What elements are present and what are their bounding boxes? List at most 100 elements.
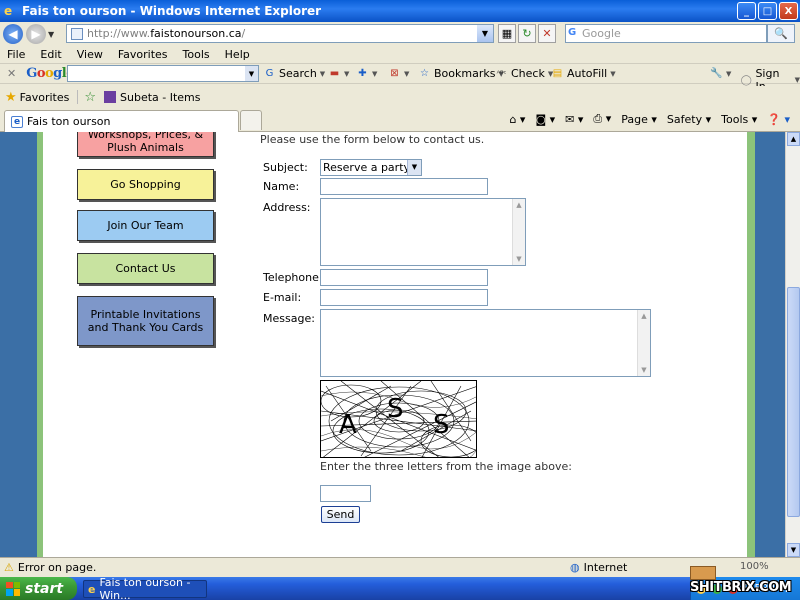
search-go-button[interactable]: 🔍 xyxy=(767,24,795,43)
menu-bar: File Edit View Favorites Tools Help xyxy=(0,46,800,64)
chevron-down-icon: ▼ xyxy=(404,69,410,78)
ie-page-icon: e xyxy=(11,115,23,128)
message-scrollbar[interactable]: ▲ ▼ xyxy=(637,310,650,376)
favorite-link-subeta[interactable]: Subeta - Items xyxy=(120,91,201,104)
address-dropdown-icon[interactable]: ▼ xyxy=(477,25,493,42)
address-url[interactable]: http://www.faistonourson.ca/ xyxy=(87,27,245,40)
safety-menu[interactable]: Safety ▾ xyxy=(667,113,711,126)
chevron-down-icon: ▼ xyxy=(407,160,421,175)
scroll-up-icon[interactable]: ▲ xyxy=(638,310,650,322)
menu-edit[interactable]: Edit xyxy=(40,48,61,61)
google-search-dropdown-icon[interactable]: ▼ xyxy=(245,66,258,81)
status-message[interactable]: Error on page. xyxy=(18,561,96,574)
captcha-letter: S xyxy=(387,394,404,424)
menu-view[interactable]: View xyxy=(77,48,103,61)
nav-go-shopping[interactable]: Go Shopping xyxy=(77,169,214,200)
history-dropdown-icon[interactable]: ▼ xyxy=(48,30,54,39)
page-scrollbar[interactable]: ▲ ▼ xyxy=(785,132,800,557)
favorites-star-icon: ★ xyxy=(5,89,17,105)
help-icon[interactable]: ❓ ▾ xyxy=(767,113,790,126)
subeta-icon xyxy=(104,91,117,103)
captcha-input[interactable] xyxy=(320,485,371,502)
name-label: Name: xyxy=(263,180,300,193)
start-button[interactable]: start xyxy=(0,577,77,600)
maximize-button[interactable]: □ xyxy=(758,2,777,20)
bookmarks-button[interactable]: ☆ Bookmarks ▼ xyxy=(418,67,504,80)
scrollbar-thumb[interactable] xyxy=(787,287,800,517)
nav-workshops-prices[interactable]: Workshops, Prices, & Plush Animals xyxy=(77,132,214,157)
page-menu[interactable]: Page ▾ xyxy=(621,113,657,126)
security-zone[interactable]: ◍ Internet xyxy=(570,561,627,574)
autofill-button[interactable]: ▤ AutoFill ▼ xyxy=(551,67,616,80)
google-toolbar: ✕ Google ▼ G Search ▼ ▬ ▼ ✚ ▼ ⊠ ▼ ☆ Book… xyxy=(0,64,800,93)
name-input[interactable] xyxy=(320,178,488,195)
address-label: Address: xyxy=(263,201,311,214)
plus-icon: ✚ xyxy=(358,68,367,79)
address-bar[interactable]: http://www.faistonourson.ca/ ▼ xyxy=(66,24,494,43)
taskbar-window-item[interactable]: e Fais ton ourson - Win... xyxy=(83,576,207,600)
menu-help[interactable]: Help xyxy=(225,48,250,61)
scroll-down-icon[interactable]: ▼ xyxy=(638,364,650,376)
back-button[interactable]: ◀ xyxy=(3,24,23,44)
email-label: E-mail: xyxy=(263,291,302,304)
chevron-down-icon: ▼ xyxy=(726,69,732,78)
menu-file[interactable]: File xyxy=(7,48,25,61)
menu-favorites[interactable]: Favorites xyxy=(118,48,168,61)
scroll-up-icon[interactable]: ▲ xyxy=(787,132,800,146)
home-icon[interactable]: ⌂ ▾ xyxy=(509,113,525,126)
tools-menu[interactable]: Tools ▾ xyxy=(721,113,757,126)
pagerank-button[interactable]: ▬ ▼ xyxy=(328,67,350,80)
subject-select[interactable]: Reserve a party ▼ xyxy=(320,159,422,176)
close-button[interactable]: X xyxy=(779,2,798,20)
stop-icon[interactable]: ✕ xyxy=(538,24,556,43)
feeds-icon[interactable]: ◙ ▾ xyxy=(535,113,555,126)
add-favorite-icon[interactable]: ☆ xyxy=(84,90,96,105)
search-input[interactable]: G Google xyxy=(565,24,767,43)
favorites-button[interactable]: Favorites xyxy=(20,91,70,104)
scroll-up-icon[interactable]: ▲ xyxy=(513,199,525,211)
print-icon[interactable]: ⎙ ▾ xyxy=(593,112,611,126)
chevron-down-icon: ▼ xyxy=(319,69,326,78)
telephone-input[interactable] xyxy=(320,269,488,286)
user-icon: ◯ xyxy=(740,74,752,86)
new-tab-button[interactable] xyxy=(240,110,262,130)
nav-printable-invitations[interactable]: Printable Invitations and Thank You Card… xyxy=(77,296,214,346)
favorites-bar: ★ Favorites ☆ Subeta - Items xyxy=(0,86,800,108)
spellcheck-button[interactable]: ᴬᴮᶜ Check ▼ xyxy=(495,67,554,80)
address-scrollbar[interactable]: ▲ ▼ xyxy=(512,199,525,265)
chevron-down-icon: ▼ xyxy=(610,69,616,78)
forward-button[interactable]: ▶ xyxy=(26,24,46,44)
menu-tools[interactable]: Tools xyxy=(183,48,210,61)
add-button[interactable]: ✚ ▼ xyxy=(356,67,377,80)
warning-icon[interactable]: ⚠ xyxy=(4,561,14,574)
google-search-button[interactable]: G Search ▼ xyxy=(263,67,326,80)
email-input[interactable] xyxy=(320,289,488,306)
close-toolbar-icon[interactable]: ✕ xyxy=(7,67,16,80)
google-search-icon: G xyxy=(568,27,577,38)
refresh-icon[interactable]: ↻ xyxy=(518,24,536,43)
tab-fais-ton-ourson[interactable]: e Fais ton ourson xyxy=(4,110,239,132)
send-button[interactable]: Send xyxy=(321,506,360,523)
message-textarea[interactable]: ▲ ▼ xyxy=(320,309,651,377)
google-search-input[interactable]: ▼ xyxy=(67,65,259,82)
popup-blocker-icon: ⊠ xyxy=(390,68,399,79)
minimize-button[interactable]: _ xyxy=(737,2,756,20)
compatibility-icon[interactable]: ▦ xyxy=(498,24,516,43)
captcha-hint: Enter the three letters from the image a… xyxy=(320,460,572,473)
address-textarea[interactable]: ▲ ▼ xyxy=(320,198,526,266)
chevron-down-icon: ▼ xyxy=(794,76,800,84)
taskbar: start e Fais ton ourson - Win... 5:58 PM xyxy=(0,576,800,600)
telephone-label: Telephone: xyxy=(263,271,323,284)
scroll-down-icon[interactable]: ▼ xyxy=(513,253,525,265)
address-row: ◀ ▶ ▼ http://www.faistonourson.ca/ ▼ ▦ ↻… xyxy=(0,22,800,46)
scroll-down-icon[interactable]: ▼ xyxy=(787,543,800,557)
settings-button[interactable]: 🔧 ▼ xyxy=(710,67,731,80)
popup-blocker-button[interactable]: ⊠ ▼ xyxy=(388,67,409,80)
mail-icon[interactable]: ✉ ▾ xyxy=(565,113,583,126)
nav-join-our-team[interactable]: Join Our Team xyxy=(77,210,214,241)
nav-contact-us[interactable]: Contact Us xyxy=(77,253,214,284)
windows-flag-icon xyxy=(6,581,20,596)
captcha-image: A S S xyxy=(320,380,477,458)
globe-icon: ◍ xyxy=(570,561,580,574)
captcha-letter: A xyxy=(339,410,357,440)
